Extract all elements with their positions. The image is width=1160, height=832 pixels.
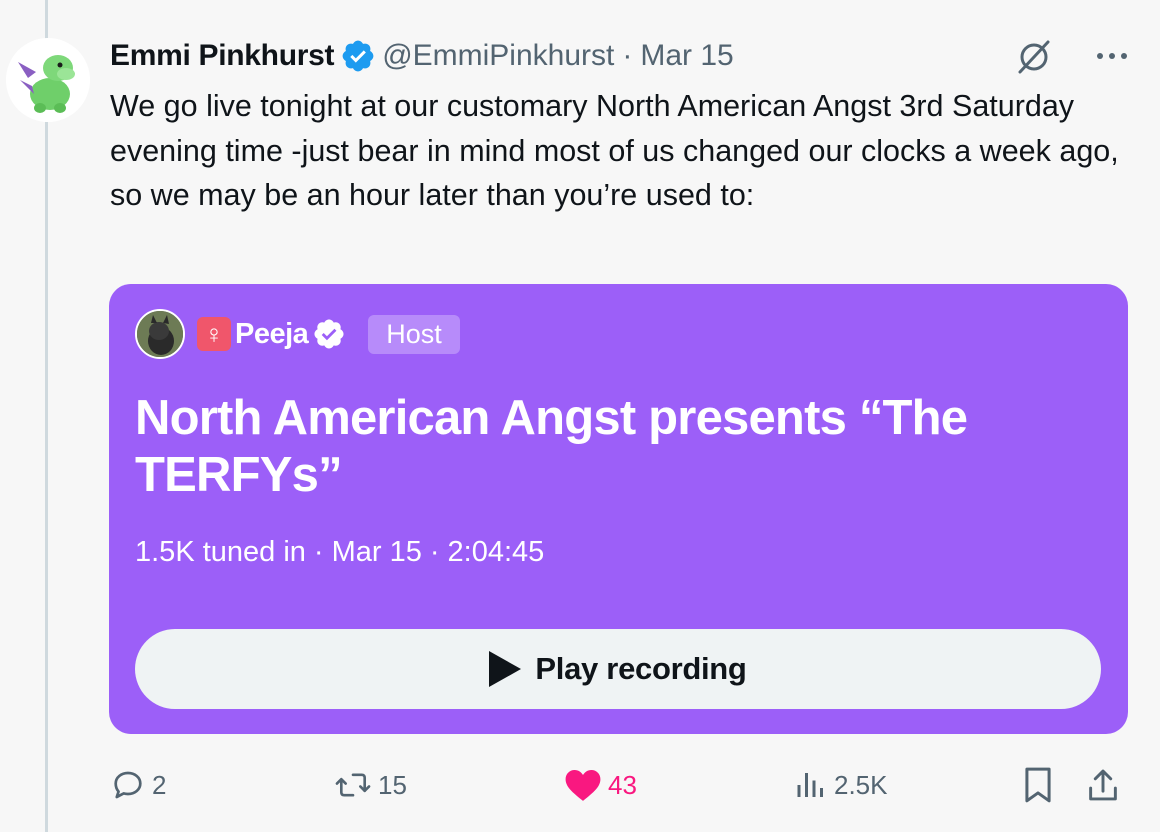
host-verified-badge-icon [314,319,344,349]
tweet-header: Emmi Pinkhurst @EmmiPinkhurst · Mar 15 [110,36,1130,76]
more-options-button[interactable] [1094,46,1130,66]
avatar[interactable] [6,38,90,122]
reply-button[interactable]: 2 [110,760,166,810]
host-name[interactable]: Peeja [235,318,309,351]
reply-count: 2 [152,769,167,800]
host-avatar[interactable] [135,309,185,359]
heart-icon [565,769,601,801]
more-icon [1097,53,1127,59]
play-icon [489,651,522,687]
reply-icon [114,771,142,799]
meta-separator: · [429,536,440,568]
space-meta: 1.5K tuned in · Mar 15 · 2:04:45 [135,536,544,569]
bookmark-button[interactable] [1022,760,1054,810]
meta-separator: · [313,536,324,568]
verified-badge-icon[interactable] [340,38,376,74]
tweet-action-bar: 2 15 43 2.5K [110,760,1130,810]
space-duration: 2:04:45 [447,536,545,568]
space-host-row: ♀ Peeja Host [135,309,460,359]
play-recording-button[interactable]: Play recording [135,629,1101,709]
dragon-plush-avatar-icon [6,38,90,122]
tweet-text: We go live tonight at our customary Nort… [110,89,1119,212]
space-date: Mar 15 [331,536,422,568]
views-icon [797,773,823,797]
host-tag: Host [368,314,460,354]
play-recording-label: Play recording [535,651,747,686]
grok-icon [1018,40,1050,74]
views-button[interactable]: 2.5K [794,760,888,810]
scottish-terrier-avatar-icon [137,311,183,357]
space-card[interactable]: ♀ Peeja Host North American Angst presen… [109,284,1128,734]
bookmark-icon [1025,767,1051,803]
share-button[interactable] [1086,760,1120,810]
like-count: 43 [608,769,637,800]
space-listener-count: 1.5K tuned in [135,536,306,568]
views-count: 2.5K [834,769,888,800]
share-icon [1089,769,1117,801]
repost-count: 15 [378,769,407,800]
tweet-date[interactable]: Mar 15 [640,39,733,73]
header-actions [1014,36,1130,76]
author-display-name[interactable]: Emmi Pinkhurst [110,39,334,73]
female-sign-icon: ♀ [197,317,231,351]
thread-connector-line [45,0,48,832]
repost-icon [335,773,371,797]
like-button[interactable]: 43 [564,760,637,810]
space-title: North American Angst presents “The TERFY… [135,391,968,502]
repost-button[interactable]: 15 [334,760,407,810]
author-handle[interactable]: @EmmiPinkhurst [382,39,614,73]
header-separator: · [622,39,633,72]
grok-button[interactable] [1014,36,1054,76]
